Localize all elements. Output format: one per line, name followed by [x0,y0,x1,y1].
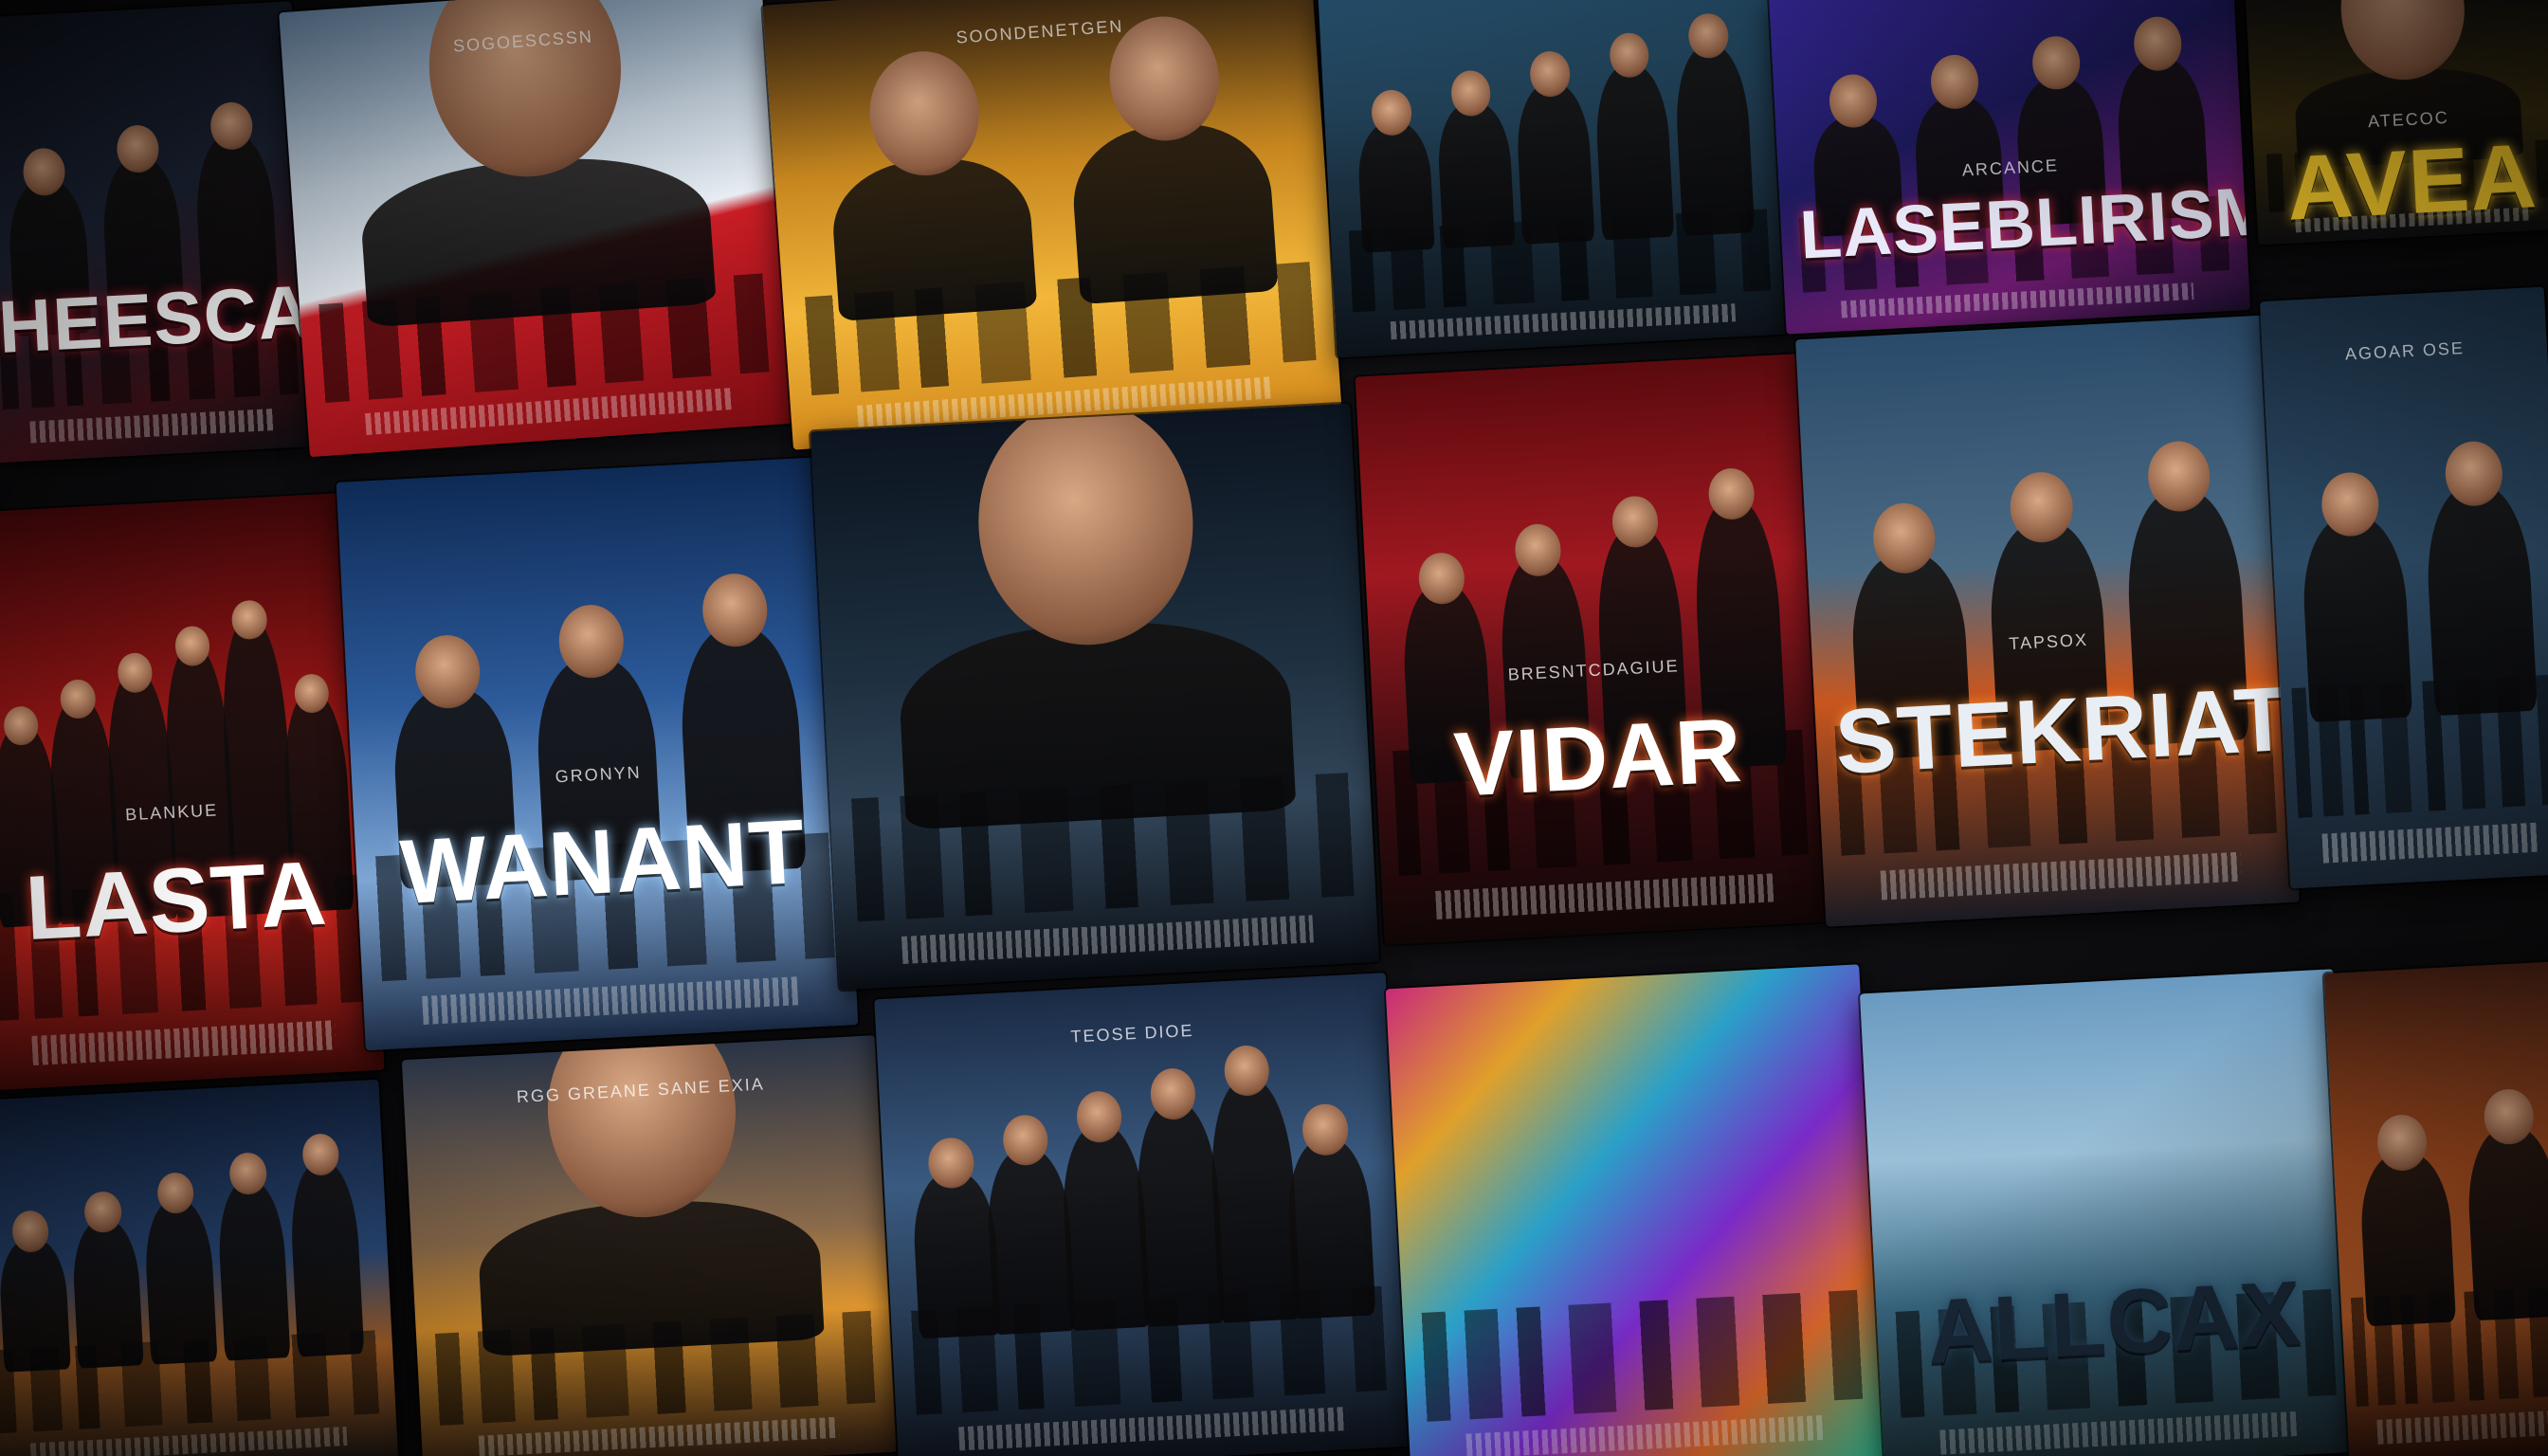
character-group [908,1041,1376,1339]
character-silhouette [475,1193,826,1357]
poster-credits [1880,851,2242,901]
poster-credits [1465,1414,1828,1456]
character-face [541,1035,741,1223]
character-silhouette [2357,1151,2456,1327]
character-face [972,403,1200,650]
poster-credits [1390,303,1737,340]
character-silhouette [896,614,1297,830]
poster-credits [1435,873,1775,919]
character-silhouette [1207,1077,1301,1323]
character-silhouette [70,1217,145,1369]
character-silhouette [1284,1137,1376,1320]
poster-credits [2321,822,2539,864]
character-silhouette [1514,82,1595,245]
poster-credits [29,1427,348,1456]
poster-wanant: WANANT GRONYN [336,456,859,1051]
character-silhouette [1068,118,1279,305]
poster-gold-title: AVEA ATECOC [2244,0,2548,246]
character-silhouette [828,153,1038,322]
character-silhouette [911,1170,1001,1339]
character-silhouette [1133,1100,1227,1328]
poster-credits [31,1020,337,1065]
character-silhouette [142,1198,218,1365]
city-skyline [1402,1289,1882,1423]
character-group [846,403,1338,832]
poster-credits [1939,1410,2302,1455]
character-group [312,0,755,331]
poster-group-fire: TEOSE DIOE [874,973,1410,1456]
poster-heescak: HEESCAK [0,1,316,464]
character-silhouette [2423,482,2539,717]
character-silhouette [1059,1123,1151,1332]
poster-stekriat: STEKRIAT TAPSOX [1795,315,2300,927]
character-silhouette [0,1237,71,1373]
poster-title: LASTA [23,842,330,960]
poster-dusk-city [0,1079,399,1456]
poster-collage [1385,964,1885,1456]
character-silhouette [215,1179,291,1361]
poster-title: HEESCAK [0,265,316,369]
poster-title: VIDAR [1451,699,1745,816]
character-silhouette [1672,44,1756,236]
character-silhouette [985,1146,1076,1336]
poster-sky-red: SOGOESCSSN [279,0,792,458]
poster-tagline: AGOAR OSE [2344,337,2466,364]
poster-aviator: AGOAR OSE [2259,286,2548,889]
poster-golden-face: SOONDENETGEN [762,0,1342,450]
character-group [2342,1030,2548,1327]
character-group [2281,370,2548,723]
character-group [0,1133,368,1373]
poster-credits [478,1417,840,1456]
poster-credits [29,408,276,444]
poster-credits [422,976,798,1025]
character-group [800,12,1301,323]
character-silhouette [1356,120,1435,253]
poster-ensemble-teal [1318,0,1792,358]
character-silhouette [1435,100,1516,249]
character-group [1348,12,1759,253]
poster-wall: HEESCAK SOGOESCSSN SOONDENETGEN LASEBLIRISM… [0,0,2548,1456]
poster-purple-crew: LASEBLIRISM ARCANCE [1768,0,2251,335]
poster-castle: ALLCAX [1859,969,2359,1456]
poster-credits [2376,1410,2548,1446]
poster-vidar: VIDAR BRESNTCDAGIUE [1355,354,1830,945]
poster-soldier [810,403,1380,991]
character-group [433,1035,863,1358]
character-silhouette [2299,513,2413,723]
poster-credits [957,1406,1348,1451]
character-silhouette [287,1160,365,1357]
poster-cloaked: RGG GREANE SANE EXIA [401,1035,898,1456]
character-silhouette [2465,1125,2548,1321]
poster-lasta: LASTA BLANKUE [0,492,385,1091]
poster-orange-gunner [2323,960,2548,1456]
poster-credits [901,915,1314,965]
character-silhouette [1593,63,1675,241]
